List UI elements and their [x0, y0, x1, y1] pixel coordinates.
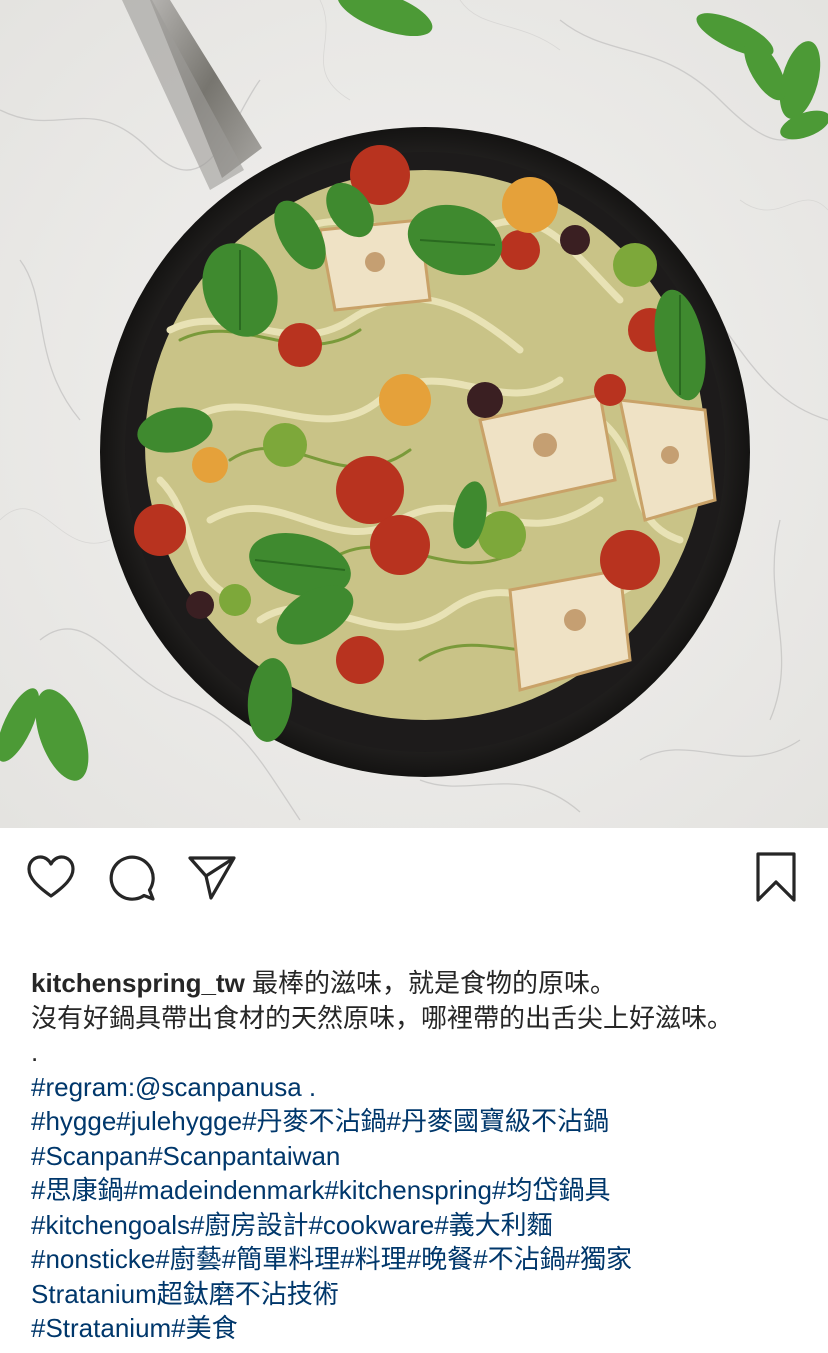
caption-line: kitchenspring_tw 最棒的滋味，就是食物的原味。: [31, 966, 811, 1001]
hashtag-line[interactable]: #Scanpan#Scanpantaiwan: [31, 1139, 811, 1174]
hashtag-line[interactable]: #kitchengoals#廚房設計#cookware#義大利麵: [31, 1208, 811, 1243]
caption-text: 最棒的滋味，就是食物的原味。: [244, 968, 617, 998]
hashtag-line[interactable]: #hygge#julehygge#丹麥不沾鍋#丹麥國寶級不沾鍋: [31, 1104, 811, 1139]
hashtag-line[interactable]: #Stratanium#美食: [31, 1311, 811, 1346]
bookmark-icon[interactable]: [750, 852, 802, 904]
caption-text: 沒有好鍋具帶出食材的天然原味，哪裡帶的出舌尖上好滋味。: [31, 1002, 734, 1033]
post-caption: kitchenspring_tw 最棒的滋味，就是食物的原味。 沒有好鍋具帶出食…: [31, 966, 811, 1346]
comment-icon[interactable]: [106, 852, 158, 904]
paper-plane-icon[interactable]: [186, 852, 238, 904]
caption-text: .: [31, 1037, 39, 1067]
post-action-bar: [0, 828, 828, 924]
hashtag-line[interactable]: #regram:@scanpanusa .: [31, 1070, 811, 1105]
hashtag-line[interactable]: #nonsticke#廚藝#簡單料理#料理#晚餐#不沾鍋#獨家: [31, 1242, 811, 1277]
post-photo[interactable]: [0, 0, 828, 828]
food-photo-icon: [0, 0, 828, 828]
hashtag-line[interactable]: Stratanium超鈦磨不沾技術: [31, 1277, 811, 1312]
heart-icon[interactable]: [25, 852, 77, 904]
username-link[interactable]: kitchenspring_tw: [31, 968, 245, 998]
instagram-post: kitchenspring_tw 最棒的滋味，就是食物的原味。 沒有好鍋具帶出食…: [0, 0, 828, 1353]
hashtag-line[interactable]: #思康鍋#madeindenmark#kitchenspring#均岱鍋具: [31, 1173, 811, 1208]
